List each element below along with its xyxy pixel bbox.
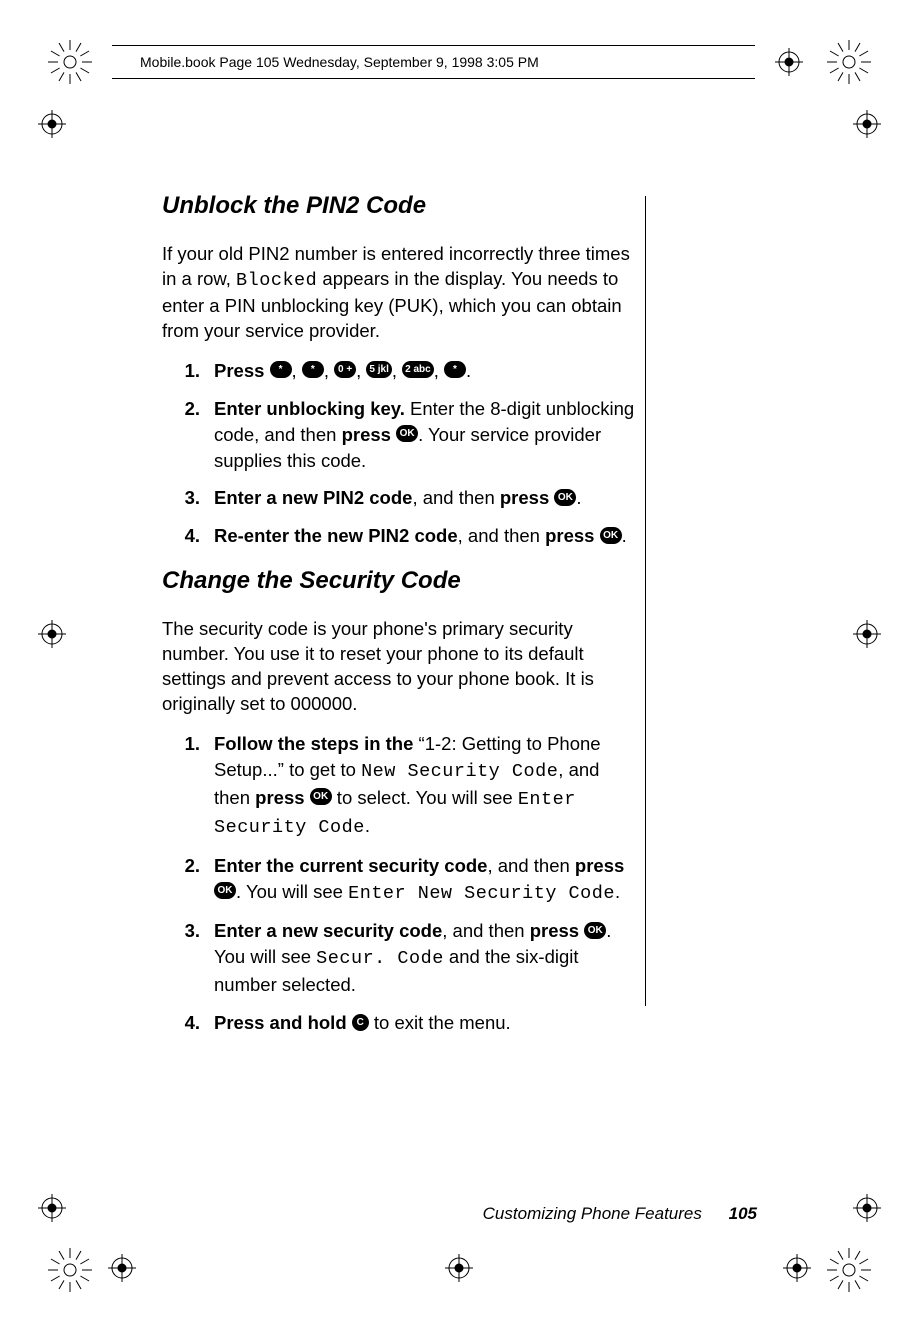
step-text-b: . You will see	[236, 881, 348, 902]
step-body: Press and hold C to exit the menu.	[214, 1010, 639, 1036]
step-body: Press *, *, 0 +, 5 jkl, 2 abc, *.	[214, 358, 639, 384]
step-body: Enter the current security code, and the…	[214, 853, 639, 907]
step-body: Follow the steps in the “1-2: Getting to…	[214, 731, 639, 841]
step-number: 4.	[162, 1010, 214, 1036]
display-text: Enter New Security Code	[348, 883, 615, 904]
key-5-icon: 5 jkl	[366, 361, 391, 378]
registration-mark-icon	[853, 620, 881, 648]
step-number: 2.	[162, 396, 214, 474]
step-text-a: , and then	[487, 855, 574, 876]
key-ok-icon: OK	[310, 788, 332, 805]
step-3: 3. Enter a new PIN2 code, and then press…	[162, 485, 639, 511]
press-label: press	[500, 487, 555, 508]
registration-mark-icon	[853, 1194, 881, 1222]
step-lead: Press	[214, 360, 270, 381]
key-star-icon: *	[302, 361, 324, 378]
step-tail: .	[466, 360, 471, 381]
registration-mark-icon	[38, 110, 66, 138]
steps-change-security-code: 1. Follow the steps in the “1-2: Getting…	[162, 731, 639, 1036]
step-text-a: , and then	[412, 487, 499, 508]
step-text-a: , and then	[458, 525, 545, 546]
step-body: Enter a new security code, and then pres…	[214, 918, 639, 998]
print-burst-icon	[48, 1248, 92, 1292]
key-ok-icon: OK	[214, 882, 236, 899]
print-burst-icon	[827, 40, 871, 84]
press-label: press	[255, 787, 310, 808]
key-star-icon: *	[270, 361, 292, 378]
step-tail: .	[576, 487, 581, 508]
step-tail: to exit the menu.	[369, 1012, 511, 1033]
registration-mark-icon	[445, 1254, 473, 1282]
key-ok-icon: OK	[600, 527, 622, 544]
press-label: press	[575, 855, 624, 876]
step-number: 3.	[162, 485, 214, 511]
running-head: Mobile.book Page 105 Wednesday, Septembe…	[112, 45, 755, 79]
intro-paragraph: If your old PIN2 number is entered incor…	[162, 242, 639, 344]
step-lead-bold: Re-enter the new PIN2 code	[214, 525, 458, 546]
display-text-blocked: Blocked	[236, 270, 317, 291]
step-3: 3. Enter a new security code, and then p…	[162, 918, 639, 998]
step-lead-bold: Enter the current security code	[214, 855, 487, 876]
step-body: Re-enter the new PIN2 code, and then pre…	[214, 523, 639, 549]
step-number: 4.	[162, 523, 214, 549]
print-burst-icon	[48, 40, 92, 84]
registration-mark-icon	[775, 48, 803, 76]
step-4: 4. Press and hold C to exit the menu.	[162, 1010, 639, 1036]
key-2-icon: 2 abc	[402, 361, 434, 378]
step-2: 2. Enter the current security code, and …	[162, 853, 639, 907]
step-tail: .	[615, 881, 620, 902]
step-tail: .	[622, 525, 627, 546]
step-body: Enter unblocking key. Enter the 8-digit …	[214, 396, 639, 474]
press-label: press	[530, 920, 585, 941]
intro-paragraph-2: The security code is your phone's primar…	[162, 617, 639, 717]
step-lead-bold: Press and hold	[214, 1012, 352, 1033]
step-lead-bold: Enter a new PIN2 code	[214, 487, 412, 508]
display-text: New Security Code	[361, 761, 558, 782]
footer-section-name: Customizing Phone Features	[483, 1204, 702, 1223]
step-lead-bold: Enter a new security code	[214, 920, 442, 941]
step-body: Enter a new PIN2 code, and then press OK…	[214, 485, 639, 511]
section-title-change-security-code: Change the Security Code	[162, 567, 639, 595]
registration-mark-icon	[853, 110, 881, 138]
press-label: press	[545, 525, 600, 546]
display-text: Secur. Code	[316, 948, 444, 969]
print-burst-icon	[827, 1248, 871, 1292]
step-text-a: , and then	[442, 920, 529, 941]
step-text-c: to select. You will see	[332, 787, 518, 808]
section-title-unblock-pin2: Unblock the PIN2 Code	[162, 192, 639, 220]
key-0-icon: 0 +	[334, 361, 356, 378]
key-c-icon: C	[352, 1014, 369, 1031]
running-head-text: Mobile.book Page 105 Wednesday, Septembe…	[140, 54, 539, 70]
key-ok-icon: OK	[554, 489, 576, 506]
step-tail: .	[365, 815, 370, 836]
step-number: 2.	[162, 853, 214, 907]
key-ok-icon: OK	[584, 922, 606, 939]
key-ok-icon: OK	[396, 425, 418, 442]
step-2: 2. Enter unblocking key. Enter the 8-dig…	[162, 396, 639, 474]
step-lead-bold: Follow the steps in the	[214, 733, 413, 754]
press-label: press	[342, 424, 397, 445]
registration-mark-icon	[108, 1254, 136, 1282]
registration-mark-icon	[38, 1194, 66, 1222]
step-number: 3.	[162, 918, 214, 998]
step-number: 1.	[162, 358, 214, 384]
page-footer: Customizing Phone Features 105	[483, 1204, 757, 1224]
key-star-icon: *	[444, 361, 466, 378]
step-lead-bold: Enter unblocking key.	[214, 398, 405, 419]
steps-unblock-pin2: 1. Press *, *, 0 +, 5 jkl, 2 abc, *. 2. …	[162, 358, 639, 549]
step-number: 1.	[162, 731, 214, 841]
column-rule	[645, 196, 646, 1006]
step-4: 4. Re-enter the new PIN2 code, and then …	[162, 523, 639, 549]
registration-mark-icon	[38, 620, 66, 648]
registration-mark-icon	[783, 1254, 811, 1282]
page-number: 105	[729, 1204, 757, 1223]
step-1: 1. Press *, *, 0 +, 5 jkl, 2 abc, *.	[162, 358, 639, 384]
step-1: 1. Follow the steps in the “1-2: Getting…	[162, 731, 639, 841]
page-content: Unblock the PIN2 Code If your old PIN2 n…	[162, 192, 639, 1054]
